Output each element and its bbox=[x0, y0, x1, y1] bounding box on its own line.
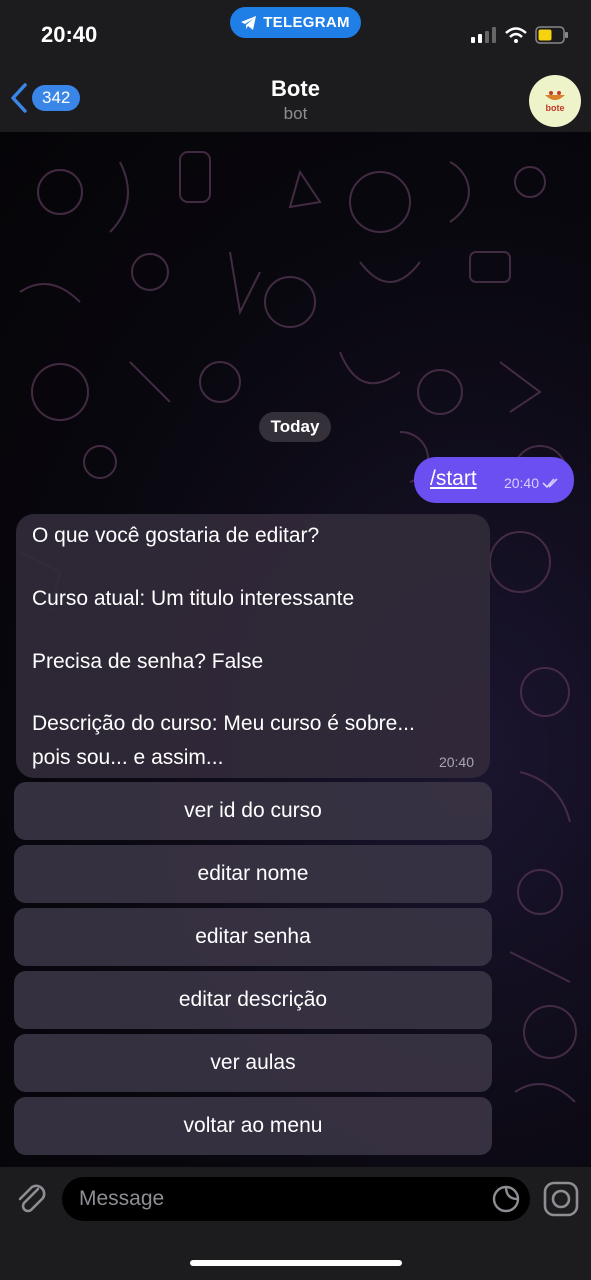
avatar-logo-icon bbox=[545, 91, 565, 100]
telegram-plane-icon bbox=[241, 15, 257, 30]
keyboard-button-voltar-menu[interactable]: voltar ao menu bbox=[14, 1097, 492, 1155]
message-line: Curso atual: Um titulo interessante bbox=[32, 587, 355, 610]
keyboard-button-ver-id[interactable]: ver id do curso bbox=[14, 782, 492, 840]
attach-icon[interactable] bbox=[14, 1181, 48, 1217]
chat-title[interactable]: Bote bbox=[0, 76, 591, 102]
signal-icon bbox=[471, 27, 496, 43]
keyboard-button-ver-aulas[interactable]: ver aulas bbox=[14, 1034, 492, 1092]
double-check-icon bbox=[542, 478, 558, 489]
home-indicator bbox=[190, 1260, 402, 1266]
outgoing-message[interactable]: /start 20:40 bbox=[414, 457, 574, 503]
bot-avatar[interactable]: bote bbox=[529, 75, 581, 127]
message-meta: 20:40 bbox=[504, 475, 562, 491]
date-chip: Today bbox=[259, 412, 331, 442]
keyboard-button-editar-senha[interactable]: editar senha bbox=[14, 908, 492, 966]
incoming-message[interactable]: O que você gostaria de editar? Curso atu… bbox=[16, 514, 490, 778]
chat-subtitle: bot bbox=[283, 104, 308, 123]
message-time: 20:40 bbox=[503, 475, 539, 491]
status-time: 20:40 bbox=[41, 22, 98, 47]
message-input[interactable]: Message bbox=[62, 1177, 530, 1221]
message-line: pois sou... e assim... bbox=[32, 746, 224, 769]
message-placeholder: Message bbox=[79, 1187, 165, 1210]
message-time: 20:40 bbox=[438, 754, 474, 770]
message-line: Descrição do curso: Meu curso é sobre... bbox=[32, 712, 415, 735]
avatar-text: bote bbox=[545, 103, 565, 113]
battery-icon bbox=[535, 26, 568, 44]
telegram-pill[interactable]: TELEGRAM bbox=[230, 7, 361, 38]
wifi-icon bbox=[505, 27, 527, 43]
chat-header: 342 Bote bot bote bbox=[0, 64, 591, 132]
telegram-pill-label: TELEGRAM bbox=[263, 14, 350, 31]
composer-bar: Message bbox=[0, 1167, 591, 1280]
status-bar: 20:40 TELEGRAM bbox=[0, 0, 591, 64]
sticker-icon[interactable] bbox=[492, 1185, 520, 1213]
camera-icon[interactable] bbox=[543, 1181, 579, 1217]
keyboard-button-editar-descricao[interactable]: editar descrição bbox=[14, 971, 492, 1029]
system-icons bbox=[471, 26, 569, 44]
message-line: Precisa de senha? False bbox=[32, 650, 264, 673]
message-line: O que você gostaria de editar? bbox=[32, 524, 320, 547]
command-link[interactable]: /start bbox=[430, 467, 477, 491]
keyboard-button-editar-nome[interactable]: editar nome bbox=[14, 845, 492, 903]
